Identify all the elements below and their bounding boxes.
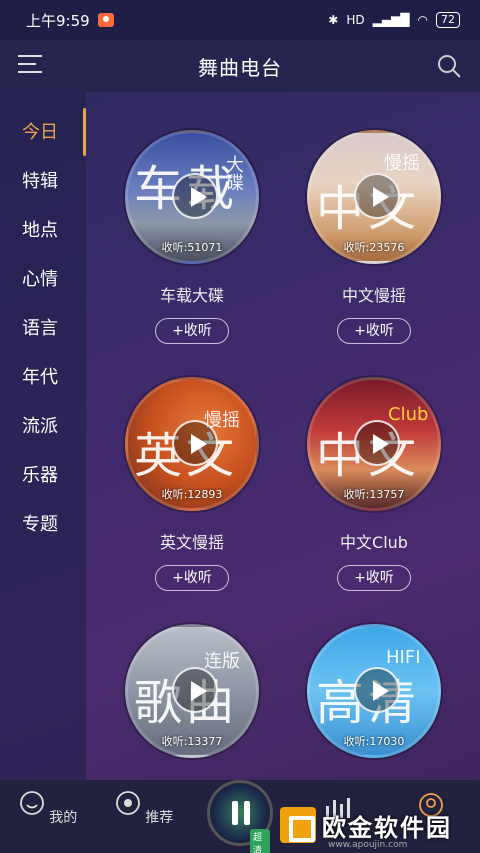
- play-icon[interactable]: [172, 173, 218, 219]
- sidebar-item-genre[interactable]: 流派: [0, 400, 86, 449]
- station-cover[interactable]: 英文 慢摇 收听:12893: [125, 377, 259, 511]
- battery-indicator: 72: [436, 12, 460, 28]
- station-card: 歌曲 连版 收听:13377: [102, 624, 282, 758]
- sidebar-item-today[interactable]: 今日: [0, 106, 86, 156]
- bluetooth-icon: ✱: [328, 13, 339, 27]
- tab-recommend[interactable]: 推荐: [114, 790, 174, 827]
- tab-mine[interactable]: 我的: [18, 790, 78, 827]
- play-icon[interactable]: [354, 667, 400, 713]
- play-icon[interactable]: [354, 173, 400, 219]
- network-label: HD: [346, 13, 365, 27]
- app-bar: 舞曲电台: [0, 40, 480, 92]
- station-card: 车载 大碟 收听:51071 车载大碟 +收听: [102, 130, 282, 344]
- menu-icon[interactable]: [18, 55, 42, 75]
- station-name: 车载大碟: [159, 286, 224, 305]
- sidebar-item-special[interactable]: 特辑: [0, 155, 86, 204]
- camera-icon: [97, 13, 114, 27]
- station-cover[interactable]: 中文 Club 收听:13757: [307, 377, 441, 511]
- disc-icon: [115, 791, 140, 815]
- listen-count: 收听:13377: [161, 735, 223, 748]
- station-name: 中文Club: [340, 533, 408, 552]
- now-playing-disc[interactable]: 超清: [207, 780, 273, 853]
- listen-count: 收听:13757: [343, 488, 405, 501]
- sidebar-item-instrument[interactable]: 乐器: [0, 449, 86, 498]
- quality-badge: 超清: [250, 829, 270, 853]
- station-card: 中文 慢摇 收听:23576 中文慢摇 +收听: [284, 130, 464, 344]
- sidebar-item-era[interactable]: 年代: [0, 351, 86, 400]
- tab-recommend-label: 推荐: [145, 810, 174, 826]
- pause-icon[interactable]: [232, 801, 252, 825]
- listen-count: 收听:17030: [343, 735, 405, 748]
- station-card: 英文 慢摇 收听:12893 英文慢摇 +收听: [102, 377, 282, 591]
- listen-count: 收听:51071: [161, 241, 223, 254]
- status-time: 上午9:59: [26, 11, 90, 30]
- sidebar-item-language[interactable]: 语言: [0, 302, 86, 351]
- sidebar-item-place[interactable]: 地点: [0, 204, 86, 253]
- watermark-text: 欧金软件园: [322, 813, 452, 842]
- station-cover[interactable]: 高清 HIFI 收听:17030: [307, 624, 441, 758]
- search-icon[interactable]: [436, 53, 462, 79]
- tab-mine-label: 我的: [49, 810, 78, 826]
- subscribe-button[interactable]: +收听: [337, 318, 411, 344]
- play-icon[interactable]: [354, 420, 400, 466]
- subscribe-button[interactable]: +收听: [337, 565, 411, 591]
- station-cover[interactable]: 中文 慢摇 收听:23576: [307, 130, 441, 264]
- watermark-url: www.apoujin.com: [328, 840, 408, 850]
- category-sidebar: 今日 特辑 地点 心情 语言 年代 流派 乐器 专题: [0, 92, 86, 780]
- smile-icon: [19, 791, 44, 815]
- subscribe-button[interactable]: +收听: [155, 565, 229, 591]
- station-name: 英文慢摇: [159, 533, 224, 552]
- play-icon[interactable]: [172, 667, 218, 713]
- cover-subtitle: 大碟: [223, 155, 244, 191]
- cover-subtitle: 连版: [204, 651, 240, 672]
- station-card: 中文 Club 收听:13757 中文Club +收听: [284, 377, 464, 591]
- wifi-icon: ◠: [417, 13, 428, 27]
- station-card: 高清 HIFI 收听:17030: [284, 624, 464, 758]
- listen-count: 收听:23576: [343, 241, 405, 254]
- sidebar-item-mood[interactable]: 心情: [0, 253, 86, 302]
- signal-icon: ▂▄▆█: [372, 13, 410, 27]
- station-cover[interactable]: 歌曲 连版 收听:13377: [125, 624, 259, 758]
- subscribe-button[interactable]: +收听: [155, 318, 229, 344]
- listen-count: 收听:12893: [161, 488, 223, 501]
- cover-subtitle: Club: [388, 404, 429, 425]
- watermark-logo: [280, 807, 316, 843]
- cover-subtitle: HIFI: [386, 647, 421, 668]
- cover-subtitle: 慢摇: [384, 153, 420, 174]
- station-cover[interactable]: 车载 大碟 收听:51071: [125, 130, 259, 264]
- sidebar-item-topic[interactable]: 专题: [0, 498, 86, 547]
- station-name: 中文慢摇: [341, 286, 406, 305]
- page-title: 舞曲电台: [198, 55, 282, 80]
- station-grid: 车载 大碟 收听:51071 车载大碟 +收听 中文 慢摇 收听:23576 中…: [86, 92, 480, 780]
- status-bar: 上午9:59 ✱ HD ▂▄▆█ ◠ 72: [0, 0, 480, 40]
- play-icon[interactable]: [172, 420, 218, 466]
